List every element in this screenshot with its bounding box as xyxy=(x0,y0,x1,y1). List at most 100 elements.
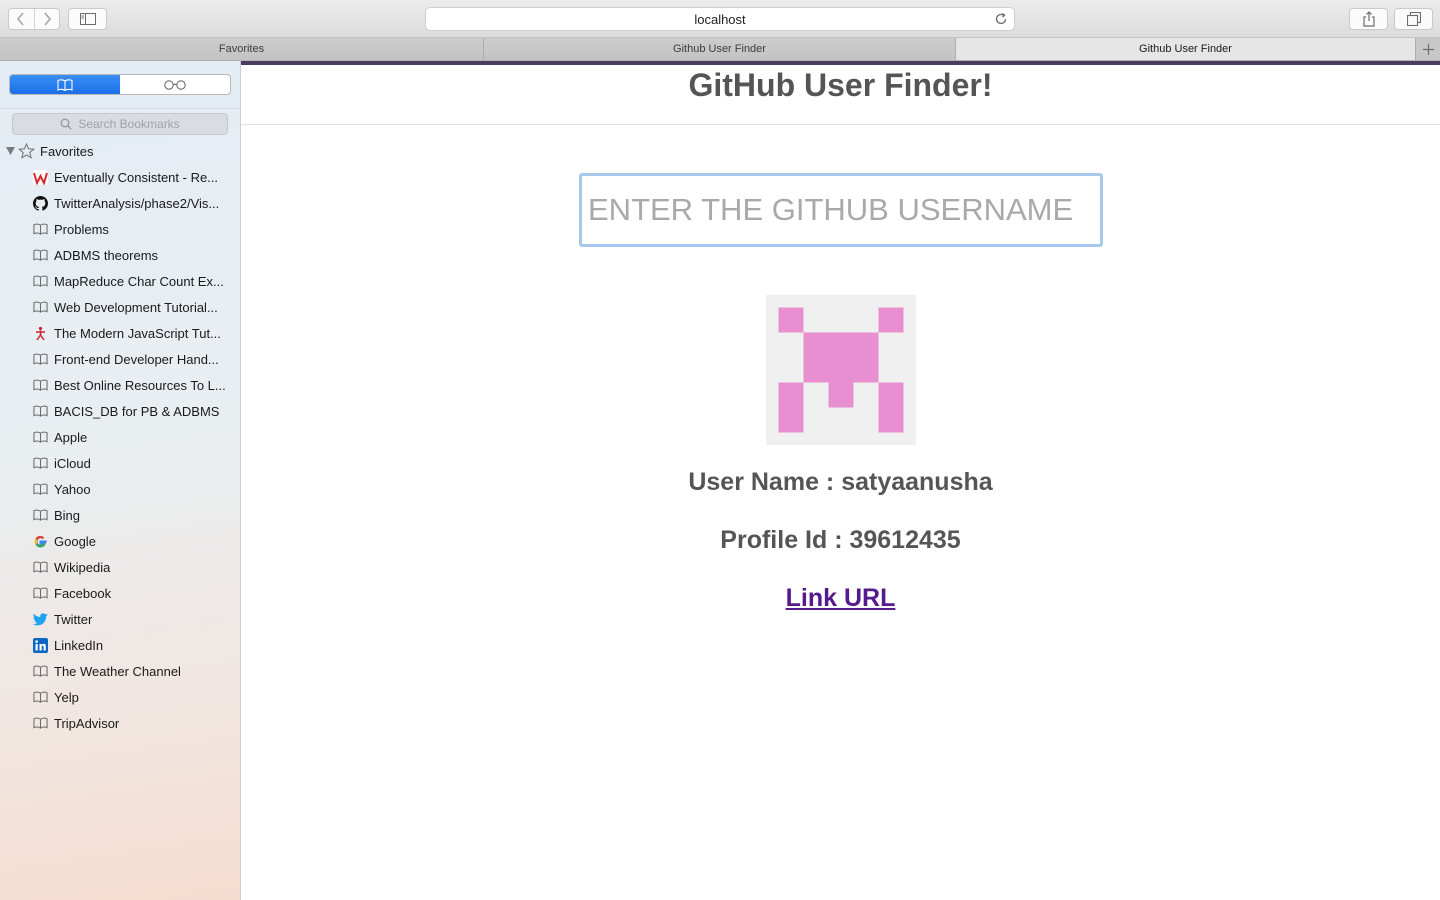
profile-id-text: Profile Id : 39612435 xyxy=(720,526,961,554)
bookmark-label: iCloud xyxy=(54,455,91,471)
bookmark-item[interactable]: The Modern JavaScript Tut... xyxy=(0,320,240,346)
reload-icon[interactable] xyxy=(994,12,1008,26)
bookmarks-sidebar: Search Bookmarks Favorites Eventually Co… xyxy=(0,61,241,900)
bookmark-item[interactable]: Wikipedia xyxy=(0,554,240,580)
bookmark-item[interactable]: ADBMS theorems xyxy=(0,242,240,268)
bookmark-item[interactable]: Yahoo xyxy=(0,476,240,502)
bookmark-item[interactable]: Apple xyxy=(0,424,240,450)
google-icon xyxy=(32,534,49,549)
tab-label: Github User Finder xyxy=(673,43,766,55)
book-icon xyxy=(32,430,49,445)
tab-bar: Favorites Github User Finder Github User… xyxy=(0,38,1440,61)
disclosure-triangle-icon[interactable] xyxy=(6,147,16,155)
forward-button[interactable] xyxy=(33,9,60,29)
tab-overview-icon xyxy=(1406,12,1421,26)
bookmark-label: LinkedIn xyxy=(54,637,104,653)
sidebar-icon xyxy=(79,13,96,25)
book-icon xyxy=(32,560,49,575)
tab-favorites[interactable]: Favorites xyxy=(0,38,484,60)
profile-link[interactable]: Link URL xyxy=(786,584,896,612)
bookmark-label: Eventually Consistent - Re... xyxy=(54,169,219,185)
glasses-icon xyxy=(164,79,186,90)
js-tutorial-icon xyxy=(32,326,49,341)
search-placeholder: Search Bookmarks xyxy=(78,117,180,131)
bookmark-item[interactable]: Problems xyxy=(0,216,240,242)
bookmark-list: Eventually Consistent - Re... TwitterAnal… xyxy=(0,164,240,736)
identicon-image xyxy=(778,307,904,433)
tab-label: Favorites xyxy=(218,43,265,55)
reading-list-tab[interactable] xyxy=(120,75,230,94)
bookmark-label: Problems xyxy=(54,221,109,237)
book-icon xyxy=(32,690,49,705)
bookmark-item[interactable]: TwitterAnalysis/phase2/Vis... xyxy=(0,190,240,216)
sidebar-toggle-button[interactable] xyxy=(68,8,107,30)
bookmark-item[interactable]: Yelp xyxy=(0,684,240,710)
bookmark-label: Web Development Tutorial... xyxy=(54,299,218,315)
bookmark-item[interactable]: Twitter xyxy=(0,606,240,632)
book-icon xyxy=(32,482,49,497)
chevron-right-icon xyxy=(44,12,51,26)
plus-icon xyxy=(1422,43,1434,55)
divider xyxy=(0,108,240,109)
bookmark-item[interactable]: Best Online Resources To L... xyxy=(0,372,240,398)
github-icon xyxy=(32,195,49,211)
bookmark-item[interactable]: Google xyxy=(0,528,240,554)
nav-buttons xyxy=(8,8,60,30)
sidebar-mode-switch xyxy=(9,74,231,95)
bookmark-label: Wikipedia xyxy=(54,559,111,575)
page-title: GitHub User Finder! xyxy=(688,67,993,103)
bookmark-item[interactable]: iCloud xyxy=(0,450,240,476)
bookmarks-tab[interactable] xyxy=(10,75,120,94)
book-icon xyxy=(32,586,49,601)
bookmark-label: Google xyxy=(54,533,96,549)
book-icon xyxy=(32,274,49,289)
bookmark-item[interactable]: The Weather Channel xyxy=(0,658,240,684)
bookmark-item[interactable]: BACIS_DB for PB & ADBMS xyxy=(0,398,240,424)
tab-github-user-finder-active[interactable]: Github User Finder xyxy=(956,38,1416,60)
bookmark-item[interactable]: TripAdvisor xyxy=(0,710,240,736)
bookmark-item[interactable]: Facebook xyxy=(0,580,240,606)
link-url-container: Link URL xyxy=(241,584,1440,613)
browser-toolbar: localhost xyxy=(0,0,1440,38)
bookmark-item[interactable]: Front-end Developer Hand... xyxy=(0,346,240,372)
bookmark-label: Twitter xyxy=(54,611,93,627)
tab-github-user-finder[interactable]: Github User Finder xyxy=(484,38,956,60)
book-icon xyxy=(32,222,49,237)
bookmark-item[interactable]: Bing xyxy=(0,502,240,528)
address-bar[interactable]: localhost xyxy=(425,7,1015,31)
bookmark-item[interactable]: Eventually Consistent - Re... xyxy=(0,164,240,190)
bookmark-label: Yelp xyxy=(54,689,79,705)
book-icon xyxy=(32,456,49,471)
book-icon xyxy=(32,508,49,523)
address-text: localhost xyxy=(694,11,746,27)
bookmark-item[interactable]: MapReduce Char Count Ex... xyxy=(0,268,240,294)
bookmark-item[interactable]: Web Development Tutorial... xyxy=(0,294,240,320)
favorites-folder[interactable]: Favorites xyxy=(0,141,240,161)
book-icon xyxy=(32,248,49,263)
bookmark-label: Best Online Resources To L... xyxy=(54,377,226,393)
bookmark-label: ADBMS theorems xyxy=(54,247,159,263)
book-icon xyxy=(32,404,49,419)
share-icon xyxy=(1362,11,1375,27)
share-button[interactable] xyxy=(1349,8,1388,30)
user-avatar xyxy=(766,295,916,445)
new-tab-button[interactable] xyxy=(1416,38,1440,60)
github-username-input[interactable] xyxy=(579,173,1103,247)
back-button[interactable] xyxy=(9,9,34,29)
bookmark-label: The Weather Channel xyxy=(54,663,181,679)
page-content: GitHub User Finder! User Name : satyaanu… xyxy=(241,65,1440,900)
star-icon xyxy=(18,143,38,159)
bookmark-item[interactable]: LinkedIn xyxy=(0,632,240,658)
tab-overview-button[interactable] xyxy=(1394,8,1433,30)
bookmark-label: BACIS_DB for PB & ADBMS xyxy=(54,403,220,419)
linkedin-icon xyxy=(32,637,49,653)
bookmark-label: TripAdvisor xyxy=(54,715,120,731)
bookmark-label: Front-end Developer Hand... xyxy=(54,351,219,367)
favorites-label: Favorites xyxy=(40,143,94,159)
bookmark-label: Facebook xyxy=(54,585,112,601)
book-icon xyxy=(32,716,49,731)
page-header: GitHub User Finder! xyxy=(241,65,1440,125)
search-bookmarks-field[interactable]: Search Bookmarks xyxy=(12,113,228,135)
tab-label: Github User Finder xyxy=(1139,43,1232,55)
twitter-icon xyxy=(32,612,49,627)
